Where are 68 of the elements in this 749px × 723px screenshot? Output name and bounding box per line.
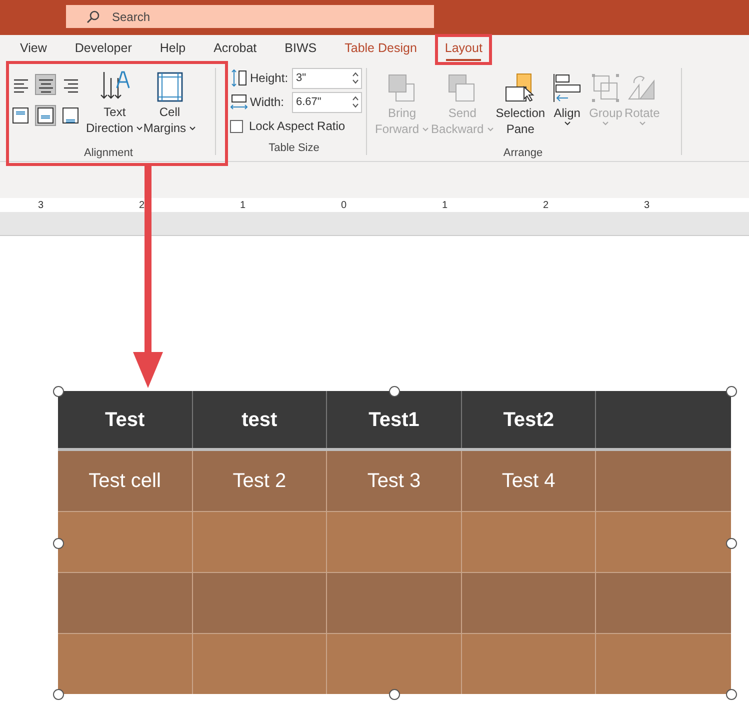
resize-handle[interactable]: [726, 386, 737, 397]
table-cell-text: Test 4: [502, 469, 556, 494]
group-label: Table Size: [268, 141, 320, 156]
table-header-cell-text: Test2: [503, 408, 554, 432]
caret-icon: [564, 121, 571, 126]
table-header-cell-text: Test: [104, 408, 145, 432]
align-text-button[interactable]: [35, 74, 56, 95]
ruler-number: 1: [240, 198, 246, 212]
spin-icon: [352, 95, 359, 109]
table-header-cell-text: test: [242, 408, 278, 432]
ribbon-tab[interactable]: Layout: [430, 35, 496, 62]
height-icon: [230, 69, 248, 87]
ribbon-button[interactable]: Align: [547, 67, 588, 140]
resize-handle[interactable]: [726, 538, 737, 549]
ribbon-tab[interactable]: Help: [146, 35, 200, 62]
ribbon-tab[interactable]: Developer: [60, 35, 146, 62]
highlight-box: [434, 34, 492, 65]
caret-icon: [136, 126, 144, 130]
table-header-cell-text: Test1: [368, 408, 420, 432]
ribbon-button[interactable]: Selection Pane: [496, 67, 546, 140]
table-cell-text: Test 3: [367, 469, 421, 494]
cursor-window-icon: [505, 73, 536, 103]
stacked-squares-icon: [387, 73, 417, 103]
ribbon-tab[interactable]: View: [6, 35, 61, 62]
align-icon: [552, 73, 582, 103]
align-cell-button[interactable]: [10, 105, 31, 126]
input-field[interactable]: 6.67": [292, 92, 362, 112]
caret-icon: [189, 126, 196, 130]
resize-handle[interactable]: [389, 386, 400, 397]
resize-handle[interactable]: [53, 386, 64, 397]
spin-icon: [352, 71, 359, 85]
align-cell-button[interactable]: [60, 105, 81, 126]
caret-icon: [602, 121, 610, 126]
checkbox[interactable]: [230, 120, 243, 132]
checkbox-label: Lock Aspect Ratio: [249, 118, 346, 135]
width-icon: [230, 93, 248, 111]
group-icon: [590, 73, 621, 103]
ribbon-tab[interactable]: BIWS: [270, 35, 331, 62]
resize-handle[interactable]: [53, 538, 64, 549]
resize-handle[interactable]: [53, 689, 64, 700]
resize-handle[interactable]: [389, 689, 400, 700]
ruler-number: 3: [644, 198, 650, 212]
search-field[interactable]: Search: [66, 5, 434, 28]
table-cell-text: Test cell: [88, 469, 161, 494]
ribbon-tab[interactable]: Acrobat: [200, 35, 271, 62]
ribbon-button[interactable]: Cell Margins: [143, 66, 196, 140]
ruler-number: 2: [543, 198, 549, 212]
ruler-number: 0: [341, 198, 347, 212]
input-field[interactable]: 3": [292, 68, 362, 88]
search-icon: [86, 10, 100, 24]
field-label: Width:: [250, 94, 286, 111]
resize-handle[interactable]: [726, 689, 737, 700]
align-cell-button[interactable]: [35, 105, 56, 126]
grid-icon: [156, 72, 183, 102]
stacked-squares-icon: [447, 73, 478, 103]
caret-icon: [422, 126, 430, 132]
group-label: Alignment: [83, 146, 134, 160]
group-label: Arrange: [502, 146, 544, 160]
caret-icon: [638, 121, 646, 126]
table[interactable]: Test test Test1 Test2 Test cell Test 2 Test 3 Test 4: [58, 391, 731, 694]
ribbon-button[interactable]: Text Direction: [86, 66, 144, 140]
field-label: Height:: [250, 70, 290, 87]
ruler-number: 2: [139, 198, 145, 212]
ruler-number: 3: [38, 198, 44, 212]
ruler-number: 1: [442, 198, 448, 212]
table-cell-text: Test 2: [232, 469, 286, 494]
ribbon-tab[interactable]: Table Design: [330, 35, 431, 62]
caret-icon: [486, 126, 494, 132]
